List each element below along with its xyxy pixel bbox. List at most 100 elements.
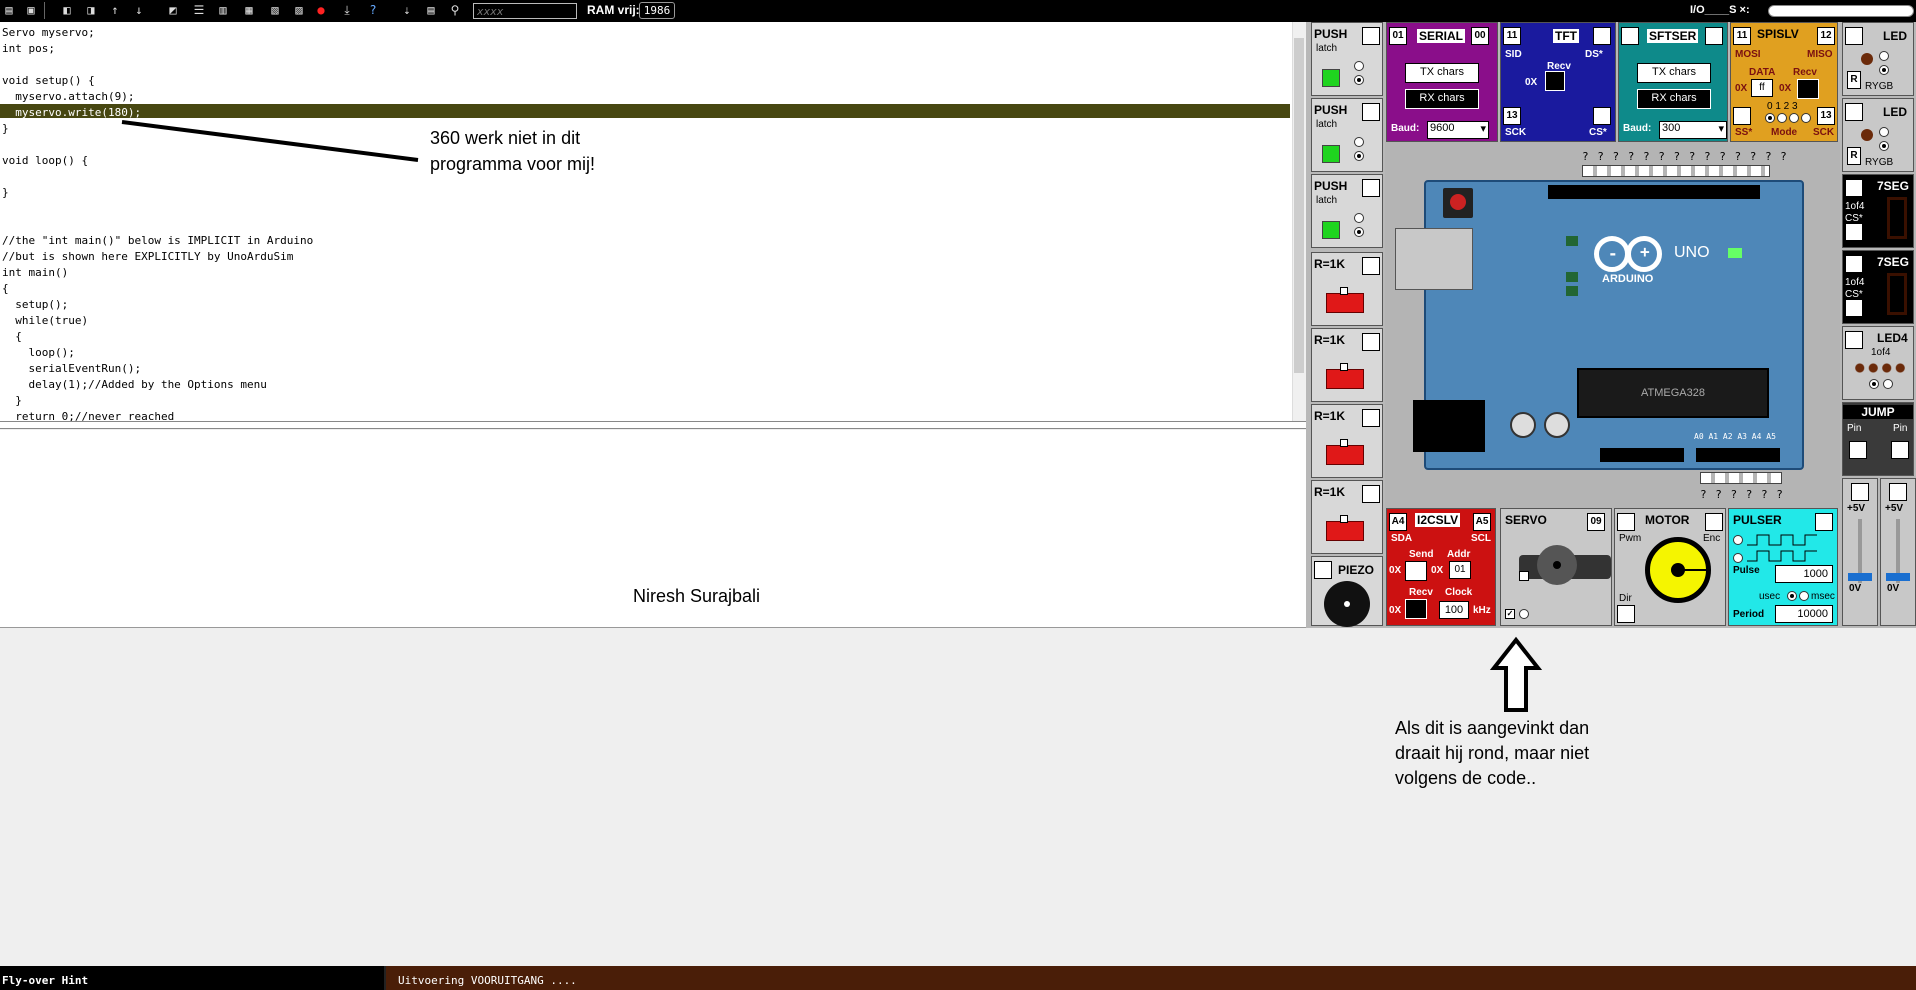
resistor-slider[interactable] [1326, 521, 1364, 541]
slider-thumb[interactable] [1886, 573, 1910, 581]
led-radio-2[interactable] [1879, 65, 1889, 75]
resistor-knob[interactable] [1340, 439, 1348, 447]
resistor-knob[interactable] [1340, 287, 1348, 295]
code-line[interactable]: { [2, 329, 22, 345]
pulser-usec-radio[interactable] [1787, 591, 1797, 601]
code-line[interactable]: delay(1);//Added by the Options menu [2, 377, 266, 393]
led4-pin[interactable] [1845, 331, 1863, 349]
undo-icon[interactable]: ◧ [58, 2, 76, 19]
jump-pin-right[interactable] [1891, 441, 1909, 459]
i2c-pin-left[interactable]: A4 [1389, 513, 1407, 531]
led-pin[interactable] [1845, 27, 1863, 45]
serial-tx-button[interactable]: TX chars [1405, 63, 1479, 83]
i2c-addr-field[interactable]: 01 [1449, 561, 1471, 579]
sftser-pin-right[interactable] [1705, 27, 1723, 45]
reset-button[interactable] [1450, 194, 1466, 210]
halt-icon[interactable]: ▦ [240, 2, 258, 19]
push-mode-radio-2[interactable] [1354, 75, 1364, 85]
io-speed-bar[interactable] [1768, 5, 1914, 17]
pulser-period-field[interactable]: 10000 [1775, 605, 1833, 623]
resistor-pin[interactable] [1362, 485, 1380, 503]
slider-pin[interactable] [1889, 483, 1907, 501]
piezo-pin[interactable] [1314, 561, 1332, 579]
tft-checkbox[interactable] [1593, 27, 1611, 45]
load-icon[interactable]: ▤ [0, 2, 18, 19]
i2c-pin-right[interactable]: A5 [1473, 513, 1491, 531]
spislv-mode-1[interactable] [1777, 113, 1787, 123]
spislv-mode-2[interactable] [1789, 113, 1799, 123]
servo-pin[interactable]: 09 [1587, 513, 1605, 531]
led-resistor[interactable]: R [1847, 71, 1861, 89]
analog-pin-boxes[interactable] [1700, 472, 1782, 484]
spislv-pin-left[interactable]: 11 [1733, 27, 1751, 45]
seg-cs-pin[interactable] [1845, 299, 1863, 317]
code-line[interactable]: myservo.attach(9); [2, 89, 134, 105]
code-line[interactable]: setup(); [2, 297, 68, 313]
push-pin[interactable] [1362, 179, 1380, 197]
redo-icon[interactable]: ◨ [82, 2, 100, 19]
tft-pin[interactable]: 11 [1503, 27, 1521, 45]
led4-radio-2[interactable] [1883, 379, 1893, 389]
resistor-knob[interactable] [1340, 363, 1348, 371]
push-mode-radio-1[interactable] [1354, 137, 1364, 147]
push-pin[interactable] [1362, 103, 1380, 121]
push-button[interactable] [1322, 145, 1340, 163]
code-line[interactable]: void setup() { [2, 73, 95, 89]
led-radio-2[interactable] [1879, 141, 1889, 151]
spislv-mode-3[interactable] [1801, 113, 1811, 123]
run-icon[interactable]: ▥ [214, 2, 232, 19]
code-line[interactable]: while(true) [2, 313, 88, 329]
serial-pin-left[interactable]: 01 [1389, 27, 1407, 45]
code-line[interactable]: } [2, 393, 22, 409]
text-find-icon[interactable]: ▤ [422, 2, 440, 19]
download-icon[interactable]: ⤓ [338, 2, 356, 19]
sftser-rx-button[interactable]: RX chars [1637, 89, 1711, 109]
find-icon[interactable]: ⚲ [446, 2, 464, 19]
serial-baud-select[interactable]: 9600 ▾ [1427, 121, 1489, 139]
push-mode-radio-2[interactable] [1354, 151, 1364, 161]
seg-pin[interactable] [1845, 179, 1863, 197]
resistor-pin[interactable] [1362, 333, 1380, 351]
code-line[interactable]: //the "int main()" below is IMPLICIT in … [2, 233, 313, 249]
code-pane[interactable] [0, 22, 1292, 422]
sftser-baud-select[interactable]: 300 ▾ [1659, 121, 1727, 139]
serial-rx-button[interactable]: RX chars [1405, 89, 1479, 109]
slider-pin[interactable] [1851, 483, 1869, 501]
servo-radio[interactable] [1519, 609, 1529, 619]
help-icon[interactable]: ? [364, 2, 382, 19]
spislv-ss-checkbox[interactable] [1733, 107, 1751, 125]
pulser-wave-radio-1[interactable] [1733, 535, 1743, 545]
code-line[interactable]: loop(); [2, 345, 74, 361]
code-line[interactable]: int main() [2, 265, 68, 281]
animate-icon[interactable]: ▨ [290, 2, 308, 19]
code-line[interactable]: int pos; [2, 41, 55, 57]
code-line[interactable]: { [2, 281, 9, 297]
spislv-data-field[interactable]: ff [1751, 79, 1773, 97]
resistor-slider[interactable] [1326, 445, 1364, 465]
push-mode-radio-1[interactable] [1354, 213, 1364, 223]
digital-pin-boxes[interactable] [1582, 165, 1770, 177]
slider-thumb[interactable] [1848, 573, 1872, 581]
tft-pin2[interactable]: 13 [1503, 107, 1521, 125]
code-line[interactable]: Servo myservo; [2, 25, 95, 41]
push-mode-radio-2[interactable] [1354, 227, 1364, 237]
led-resistor[interactable]: R [1847, 147, 1861, 165]
search-input[interactable] [473, 3, 577, 19]
code-line[interactable]: void loop() { [2, 153, 88, 169]
code-line[interactable]: //but is shown here EXPLICITLY by UnoArd… [2, 249, 293, 265]
motor-pwm-pin[interactable] [1617, 513, 1635, 531]
step-out-icon[interactable]: ◩ [164, 2, 182, 19]
resistor-slider[interactable] [1326, 369, 1364, 389]
push-button[interactable] [1322, 221, 1340, 239]
pulser-msec-radio[interactable] [1799, 591, 1809, 601]
serial-pin-right[interactable]: 00 [1471, 27, 1489, 45]
led-pin[interactable] [1845, 103, 1863, 121]
spislv-mode-0[interactable] [1765, 113, 1775, 123]
led4-radio-1[interactable] [1869, 379, 1879, 389]
pulser-wave-radio-2[interactable] [1733, 553, 1743, 563]
jump-pin-left[interactable] [1849, 441, 1867, 459]
i2c-clock-field[interactable]: 100 [1439, 601, 1469, 619]
spislv-pin-right[interactable]: 12 [1817, 27, 1835, 45]
i2c-send-field[interactable] [1405, 561, 1427, 581]
seg-pin[interactable] [1845, 255, 1863, 273]
